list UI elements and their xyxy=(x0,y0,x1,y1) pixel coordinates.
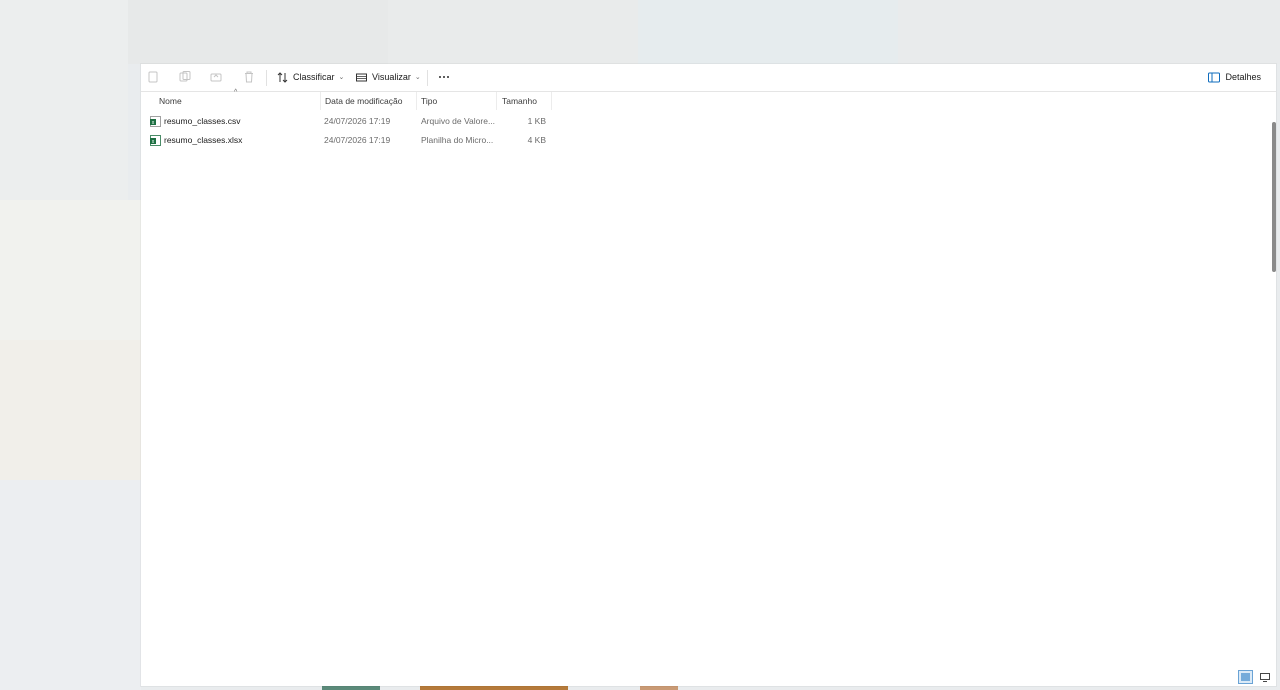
file-modified: 24/07/2026 17:19 xyxy=(324,135,391,145)
file-type: Arquivo de Valore... xyxy=(421,116,496,126)
command-bar: Classificar ⌄ Visualizar ⌄ Detalhes xyxy=(141,64,1276,92)
column-header-modified[interactable]: Data de modificação xyxy=(325,96,403,106)
file-explorer-window: Classificar ⌄ Visualizar ⌄ Detalhes ^ No… xyxy=(141,64,1276,686)
cut-icon[interactable] xyxy=(146,70,160,84)
csv-file-icon: x xyxy=(150,116,161,127)
file-size: 1 KB xyxy=(527,116,546,126)
column-header-type[interactable]: Tipo xyxy=(421,96,437,106)
vertical-scrollbar[interactable] xyxy=(1272,122,1276,272)
column-divider[interactable] xyxy=(320,92,321,110)
toolbar-divider xyxy=(427,70,428,86)
column-header-row: ^ Nome Data de modificação Tipo Tamanho xyxy=(141,89,553,110)
column-divider[interactable] xyxy=(496,92,497,110)
view-icon xyxy=(356,73,367,81)
details-pane-icon xyxy=(1208,72,1221,82)
column-header-size[interactable]: Tamanho xyxy=(502,96,537,106)
excel-file-icon: x xyxy=(150,135,161,146)
delete-icon[interactable] xyxy=(242,70,256,84)
file-type: Planilha do Micro... xyxy=(421,135,494,145)
view-label: Visualizar xyxy=(372,72,411,82)
file-row[interactable]: x resumo_classes.xlsx 24/07/2026 17:19 P… xyxy=(147,131,552,149)
file-size: 4 KB xyxy=(527,135,546,145)
file-modified: 24/07/2026 17:19 xyxy=(324,116,391,126)
share-icon[interactable] xyxy=(209,70,223,84)
column-header-name[interactable]: Nome xyxy=(159,96,182,106)
chevron-down-icon: ⌄ xyxy=(338,74,345,81)
column-divider[interactable] xyxy=(416,92,417,110)
toolbar-divider xyxy=(266,70,267,86)
file-row[interactable]: x resumo_classes.csv 24/07/2026 17:19 Ar… xyxy=(147,112,552,130)
column-divider[interactable] xyxy=(551,92,552,110)
sort-button[interactable]: Classificar ⌄ xyxy=(277,68,344,86)
chevron-down-icon: ⌄ xyxy=(414,74,421,81)
large-icons-view-icon[interactable] xyxy=(1257,670,1272,684)
details-button[interactable]: Detalhes xyxy=(1208,68,1261,86)
details-label: Detalhes xyxy=(1225,72,1261,82)
sort-label: Classificar xyxy=(293,72,335,82)
sort-icon xyxy=(277,71,288,83)
file-name: resumo_classes.xlsx xyxy=(164,135,243,145)
details-view-icon[interactable] xyxy=(1238,670,1253,684)
file-name: resumo_classes.csv xyxy=(164,116,241,126)
sort-ascending-icon: ^ xyxy=(234,89,238,96)
more-options-icon[interactable] xyxy=(437,72,451,82)
view-button[interactable]: Visualizar ⌄ xyxy=(356,68,421,86)
view-mode-toggles xyxy=(1238,670,1272,684)
copy-icon[interactable] xyxy=(178,70,192,84)
